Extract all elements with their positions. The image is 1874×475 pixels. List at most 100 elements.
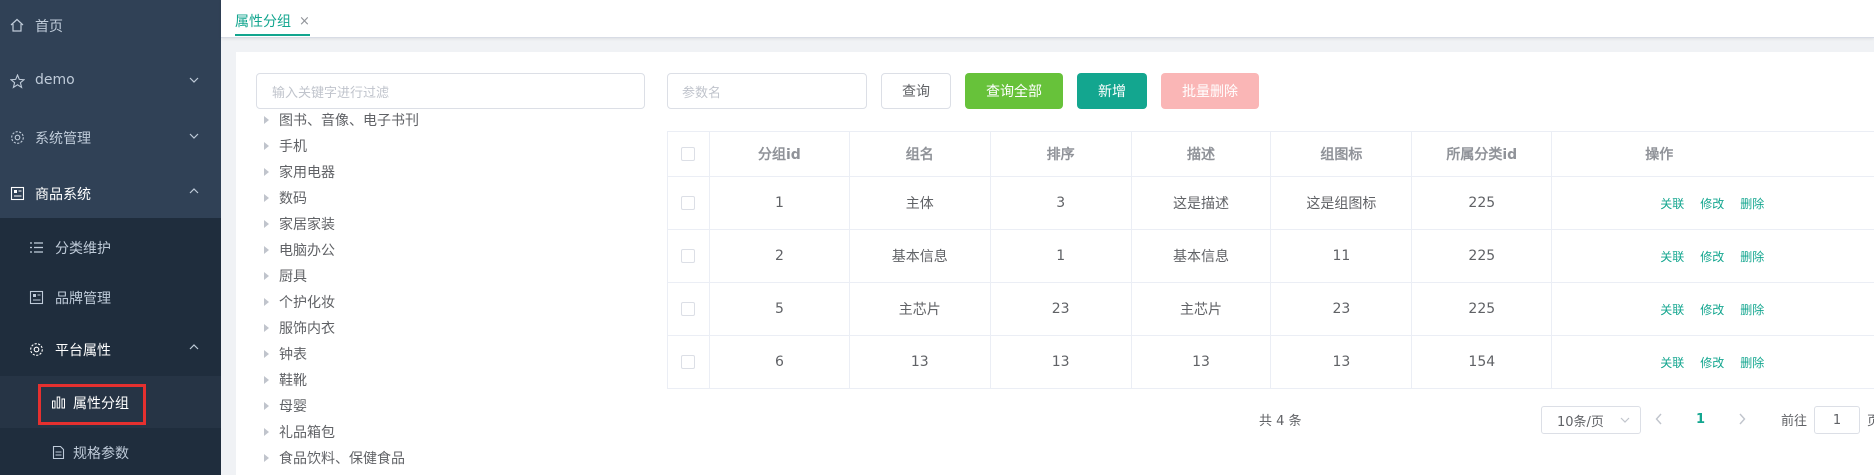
- select-all-checkbox[interactable]: [681, 147, 696, 161]
- prev-page-icon[interactable]: [1655, 405, 1663, 433]
- column-header[interactable]: 所属分类id: [1412, 132, 1553, 176]
- caret-right-icon[interactable]: [264, 428, 269, 436]
- param-name-input[interactable]: 参数名: [667, 73, 867, 109]
- column-header[interactable]: 分组id: [710, 132, 850, 176]
- table-body: 1 主体 3 这是描述 这是组图标 225 关联 修改 删除 2 基本信息 1 基本信息 11 225 关联修…: [668, 177, 1874, 389]
- goto-page-input[interactable]: 1: [1814, 406, 1860, 434]
- caret-right-icon[interactable]: [264, 246, 269, 254]
- caret-right-icon[interactable]: [264, 194, 269, 202]
- sidebar-item-home[interactable]: 首页: [0, 0, 221, 50]
- edit-link[interactable]: 修改: [1700, 354, 1724, 371]
- table-cell-icon: 这是组图标: [1271, 177, 1413, 229]
- sidebar-item-label: 分类维护: [55, 241, 111, 257]
- delete-link[interactable]: 删除: [1740, 301, 1764, 318]
- query-button[interactable]: 查询: [881, 73, 951, 109]
- tree-node-label: 手机: [279, 139, 307, 155]
- relate-link[interactable]: 关联: [1660, 301, 1684, 318]
- caret-right-icon[interactable]: [264, 376, 269, 384]
- tree-node-label: 家用电器: [279, 165, 335, 181]
- column-header: 操作: [1645, 147, 1674, 163]
- page-number-current[interactable]: 1: [1696, 405, 1705, 433]
- table-row: 1 主体 3 这是描述 这是组图标 225 关联 修改 删除: [668, 177, 1874, 230]
- home-icon: [9, 17, 25, 33]
- caret-right-icon[interactable]: [264, 402, 269, 410]
- column-header[interactable]: 描述: [1132, 132, 1272, 176]
- goto-suffix: 页: [1867, 413, 1874, 429]
- close-icon[interactable]: ×: [299, 14, 310, 29]
- batch-delete-button[interactable]: 批量删除: [1161, 73, 1259, 109]
- table-cell-sort: 1: [991, 230, 1132, 282]
- row-checkbox[interactable]: [681, 355, 696, 369]
- grid-icon: [28, 289, 44, 305]
- row-actions: 关联 修改 删除: [1552, 283, 1874, 335]
- column-header[interactable]: 组图标: [1271, 132, 1413, 176]
- caret-right-icon[interactable]: [264, 142, 269, 150]
- caret-right-icon[interactable]: [264, 298, 269, 306]
- tree-node[interactable]: 数码: [264, 187, 307, 209]
- table-cell-name: 基本信息: [850, 230, 991, 282]
- tree-node[interactable]: 钟表: [264, 343, 307, 365]
- caret-right-icon[interactable]: [264, 116, 269, 124]
- row-checkbox[interactable]: [681, 302, 696, 316]
- edit-link[interactable]: 修改: [1700, 195, 1724, 212]
- tree-node-label: 母婴: [279, 399, 307, 415]
- tree-node[interactable]: 鞋靴: [264, 369, 307, 391]
- tree-node[interactable]: 食品饮料、保健食品: [264, 447, 405, 469]
- chevron-down-icon: [189, 72, 199, 86]
- delete-link[interactable]: 删除: [1740, 248, 1764, 265]
- tree-node[interactable]: 手机: [264, 135, 307, 157]
- tree-node[interactable]: 家用电器: [264, 161, 335, 183]
- column-header[interactable]: 排序: [991, 132, 1132, 176]
- tree-node[interactable]: 礼品箱包: [264, 421, 335, 443]
- tree-node[interactable]: 服饰内衣: [264, 317, 335, 339]
- caret-right-icon[interactable]: [264, 272, 269, 280]
- edit-link[interactable]: 修改: [1700, 301, 1724, 318]
- query-all-button[interactable]: 查询全部: [965, 73, 1063, 109]
- delete-link[interactable]: 删除: [1740, 195, 1764, 212]
- row-checkbox[interactable]: [681, 249, 696, 263]
- edit-link[interactable]: 修改: [1700, 248, 1724, 265]
- add-button[interactable]: 新增: [1077, 73, 1147, 109]
- sidebar-item-brand[interactable]: 品牌管理: [0, 272, 221, 322]
- table-cell-desc: 主芯片: [1132, 283, 1272, 335]
- sidebar-item-system[interactable]: 系统管理: [0, 112, 221, 162]
- tree-node[interactable]: 家居家装: [264, 213, 335, 235]
- tree-node[interactable]: 图书、音像、电子书刊: [264, 109, 419, 131]
- table-header-row: 分组id 组名 排序 描述 组图标 所属分类id 操作: [668, 132, 1874, 177]
- table-cell-catelog: 225: [1412, 283, 1553, 335]
- row-checkbox[interactable]: [681, 196, 696, 210]
- row-actions: 关联 修改 删除: [1552, 230, 1874, 282]
- table-cell-icon: 13: [1271, 336, 1413, 388]
- caret-right-icon[interactable]: [264, 168, 269, 176]
- relate-link[interactable]: 关联: [1660, 248, 1684, 265]
- relate-link[interactable]: 关联: [1660, 354, 1684, 371]
- sidebar-item-product-system[interactable]: 商品系统: [0, 168, 221, 218]
- tree-node-label: 礼品箱包: [279, 425, 335, 441]
- tree-node[interactable]: 电脑办公: [264, 239, 335, 261]
- caret-right-icon[interactable]: [264, 324, 269, 332]
- table-cell-sort: 23: [991, 283, 1132, 335]
- delete-link[interactable]: 删除: [1740, 354, 1764, 371]
- next-page-icon[interactable]: [1738, 405, 1746, 433]
- caret-right-icon[interactable]: [264, 220, 269, 228]
- tree-node-label: 服饰内衣: [279, 321, 335, 337]
- column-header[interactable]: 组名: [850, 132, 991, 176]
- tree-node[interactable]: 个护化妆: [264, 291, 335, 313]
- tab-attr-group[interactable]: 属性分组 ×: [235, 6, 310, 36]
- table-cell-desc: 基本信息: [1132, 230, 1272, 282]
- caret-right-icon[interactable]: [264, 350, 269, 358]
- chevron-down-icon: [1620, 415, 1630, 426]
- relate-link[interactable]: 关联: [1660, 195, 1684, 212]
- sidebar-item-demo[interactable]: demo: [0, 56, 221, 106]
- sidebar-item-category[interactable]: 分类维护: [0, 222, 221, 272]
- tree-node[interactable]: 厨具: [264, 265, 307, 287]
- page-size-select[interactable]: 10条/页: [1541, 406, 1641, 434]
- sidebar-item-platform-attr[interactable]: 平台属性: [0, 322, 221, 376]
- row-actions: 关联 修改 删除: [1552, 177, 1874, 229]
- sidebar-item-label: 平台属性: [55, 343, 111, 359]
- tree-node[interactable]: 母婴: [264, 395, 307, 417]
- table-cell-name: 13: [850, 336, 991, 388]
- sidebar-item-spec-param[interactable]: 规格参数: [0, 428, 221, 475]
- tree-filter-input[interactable]: 输入关键字进行过滤: [256, 73, 645, 109]
- caret-right-icon[interactable]: [264, 454, 269, 462]
